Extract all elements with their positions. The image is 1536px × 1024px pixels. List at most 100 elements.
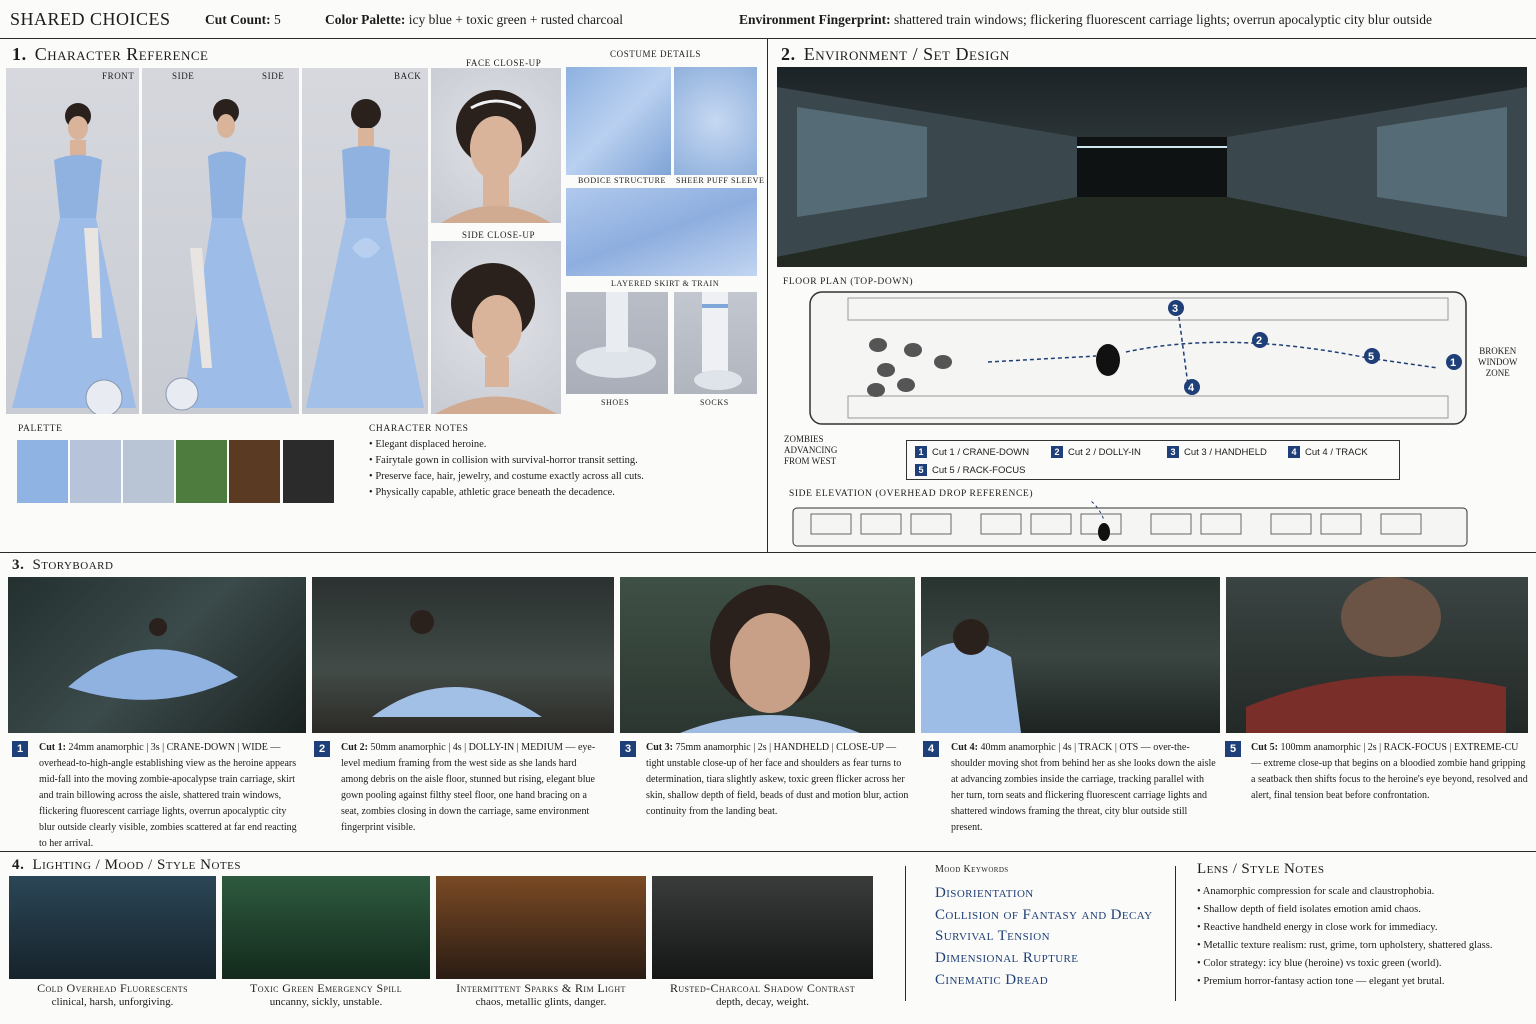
cut5-figure (1246, 577, 1506, 733)
legend-item: 3 Cut 3 / HANDHELD (1167, 446, 1267, 458)
lens-note: Metallic texture realism: rust, grime, t… (1197, 937, 1527, 955)
zombies-advancing-label: ZOMBIES ADVANCING FROM WEST (784, 434, 838, 466)
character-notes-title: CHARACTER NOTES (369, 424, 469, 434)
skirt-label: LAYERED SKIRT & TRAIN (611, 279, 720, 288)
broken-window-zone-label: BROKEN WINDOW ZONE (1478, 346, 1518, 378)
sleeve-photo (674, 67, 757, 175)
palette-swatch-icy-blue (17, 440, 68, 503)
costume-details-title: COSTUME DETAILS (610, 49, 702, 59)
bodice-label: BODICE STRUCTURE (578, 176, 667, 185)
svg-text:5: 5 (1368, 351, 1374, 363)
view-label-side: SIDE (172, 71, 195, 81)
lens-note: Anamorphic compression for scale and cla… (1197, 883, 1527, 901)
lighting-panel-fluorescent (9, 876, 216, 979)
lens-note: Shallow depth of field isolates emotion … (1197, 901, 1527, 919)
mood-keywords-title: Mood Keywords (935, 864, 1009, 875)
color-palette: Color Palette: icy blue + toxic green + … (325, 12, 623, 27)
lighting-caption: Cold Overhead Fluorescents clinical, hars… (37, 981, 188, 1008)
lens-note: Color strategy: icy blue (heroine) vs to… (1197, 955, 1527, 973)
palette-swatch-pale-blue (123, 440, 174, 503)
environment-fingerprint: Environment Fingerprint: shattered train… (739, 12, 1432, 27)
character-front-view: FRONT (6, 68, 139, 414)
cut-legend: 1 Cut 1 / CRANE-DOWN 2 Cut 2 / DOLLY-IN 3C… (906, 440, 1400, 480)
cut-badge-1: 1 (12, 741, 28, 757)
mood-keyword: Survival Tension (935, 928, 1050, 944)
gown-figure-front (12, 103, 136, 414)
mood-keyword: Dimensional Rupture (935, 950, 1079, 966)
mood-keyword: Disorientation (935, 885, 1034, 901)
lighting-caption: Rusted-Charcoal Shadow Contrast depth, de… (669, 981, 856, 1008)
lighting-caption: Toxic Green Emergency Spill uncanny, sick… (249, 981, 403, 1008)
side-elevation-diagram (791, 500, 1471, 548)
side-face-figure (435, 263, 557, 414)
character-notes-list: Elegant displaced heroine. Fairytale gow… (369, 437, 759, 501)
storyboard-frame-5 (1226, 577, 1528, 733)
cut-description-1: Cut 1: 24mm anamorphic | 3s | CRANE-DOWN… (39, 742, 297, 849)
svg-text:3: 3 (1172, 303, 1178, 315)
floor-plan-diagram: 3 2 4 5 1 (808, 290, 1468, 430)
socks-label: SOCKS (700, 398, 729, 407)
mood-keyword: Cinematic Dread (935, 972, 1049, 988)
cut-badge-3: 3 (620, 741, 636, 757)
lighting-caption: Intermittent Sparks & Rim Light chaos, me… (456, 981, 626, 1008)
cut-description-2: Cut 2: 50mm anamorphic | 4s | DOLLY-IN |… (341, 742, 596, 833)
shoes-photo (566, 292, 668, 394)
svg-text:1: 1 (1450, 357, 1456, 369)
shared-choices-bar: SHARED CHOICES Cut Count: 5 Color Palett… (0, 0, 1536, 38)
cut2-figure (372, 610, 542, 717)
face-closeup-photo (431, 68, 561, 223)
storyboard-frame-3 (620, 577, 915, 733)
cut-count: Cut Count: 5 (205, 12, 281, 27)
gown-figure-side (165, 99, 292, 411)
side-closeup-label: SIDE CLOSE-UP (462, 230, 536, 240)
cut1-figure (68, 618, 238, 700)
lens-note: Reactive handheld energy in close work f… (1197, 919, 1527, 937)
palette-swatch-charcoal (283, 440, 334, 503)
sleeve-label: SHEER PUFF SLEEVE (676, 176, 765, 185)
palette-swatch-sequin (70, 440, 121, 503)
legend-item: 4 Cut 4 / TRACK (1288, 446, 1368, 458)
divider (0, 851, 1536, 852)
note-item: Preserve face, hair, jewelry, and costum… (369, 469, 759, 485)
skirt-photo (566, 188, 757, 276)
divider (0, 38, 1536, 39)
note-item: Elegant displaced heroine. (369, 437, 759, 453)
svg-text:4: 4 (1188, 382, 1195, 394)
gown-figure-back (306, 99, 424, 408)
socks-photo (674, 292, 757, 394)
face-closeup-label: FACE CLOSE-UP (466, 58, 542, 68)
side-elevation-title: SIDE ELEVATION (OVERHEAD DROP REFERENCE) (789, 489, 1034, 499)
lighting-section-title: 4. Lighting / Mood / Style Notes (12, 857, 241, 873)
lighting-panel-shadow (652, 876, 873, 979)
shared-choices-title: SHARED CHOICES (10, 9, 171, 29)
bodice-photo (566, 67, 671, 175)
storyboard-section-title: 3. Storyboard (12, 557, 114, 573)
lighting-panel-green (222, 876, 430, 979)
view-label-back: BACK (394, 71, 422, 81)
legend-item: 2 Cut 2 / DOLLY-IN (1051, 446, 1141, 458)
cut4-figure (921, 619, 1021, 733)
palette-swatch-rust (229, 440, 280, 503)
cut-description-3: Cut 3: 75mm anamorphic | 2s | HANDHELD |… (646, 742, 909, 817)
note-item: Fairytale gown in collision with surviva… (369, 453, 759, 469)
view-label-front: FRONT (102, 71, 135, 81)
cut-badge-5: 5 (1225, 741, 1241, 757)
note-item: Physically capable, athletic grace benea… (369, 485, 759, 501)
cut-badge-2: 2 (314, 741, 330, 757)
floor-plan-svg: 3 2 4 5 1 (809, 291, 1467, 425)
floor-plan-title: FLOOR PLAN (TOP-DOWN) (783, 277, 914, 287)
legend-item: 1 Cut 1 / CRANE-DOWN (915, 446, 1029, 458)
shoes-label: SHOES (601, 398, 630, 407)
character-section-title: 1. Character Reference (12, 44, 209, 64)
storyboard-frame-2 (312, 577, 614, 733)
view-label-side-2: SIDE (262, 71, 285, 81)
cut-description-5: Cut 5: 100mm anamorphic | 2s | RACK-FOCU… (1251, 742, 1528, 801)
palette-swatch-toxic-green (176, 440, 227, 503)
sneaker-figure (576, 292, 656, 378)
divider (1175, 866, 1176, 1001)
divider (767, 38, 768, 552)
side-closeup-photo (431, 241, 561, 414)
cut3-figure (680, 585, 860, 733)
divider (0, 552, 1536, 553)
lens-note: Premium horror-fantasy action tone — ele… (1197, 973, 1527, 991)
